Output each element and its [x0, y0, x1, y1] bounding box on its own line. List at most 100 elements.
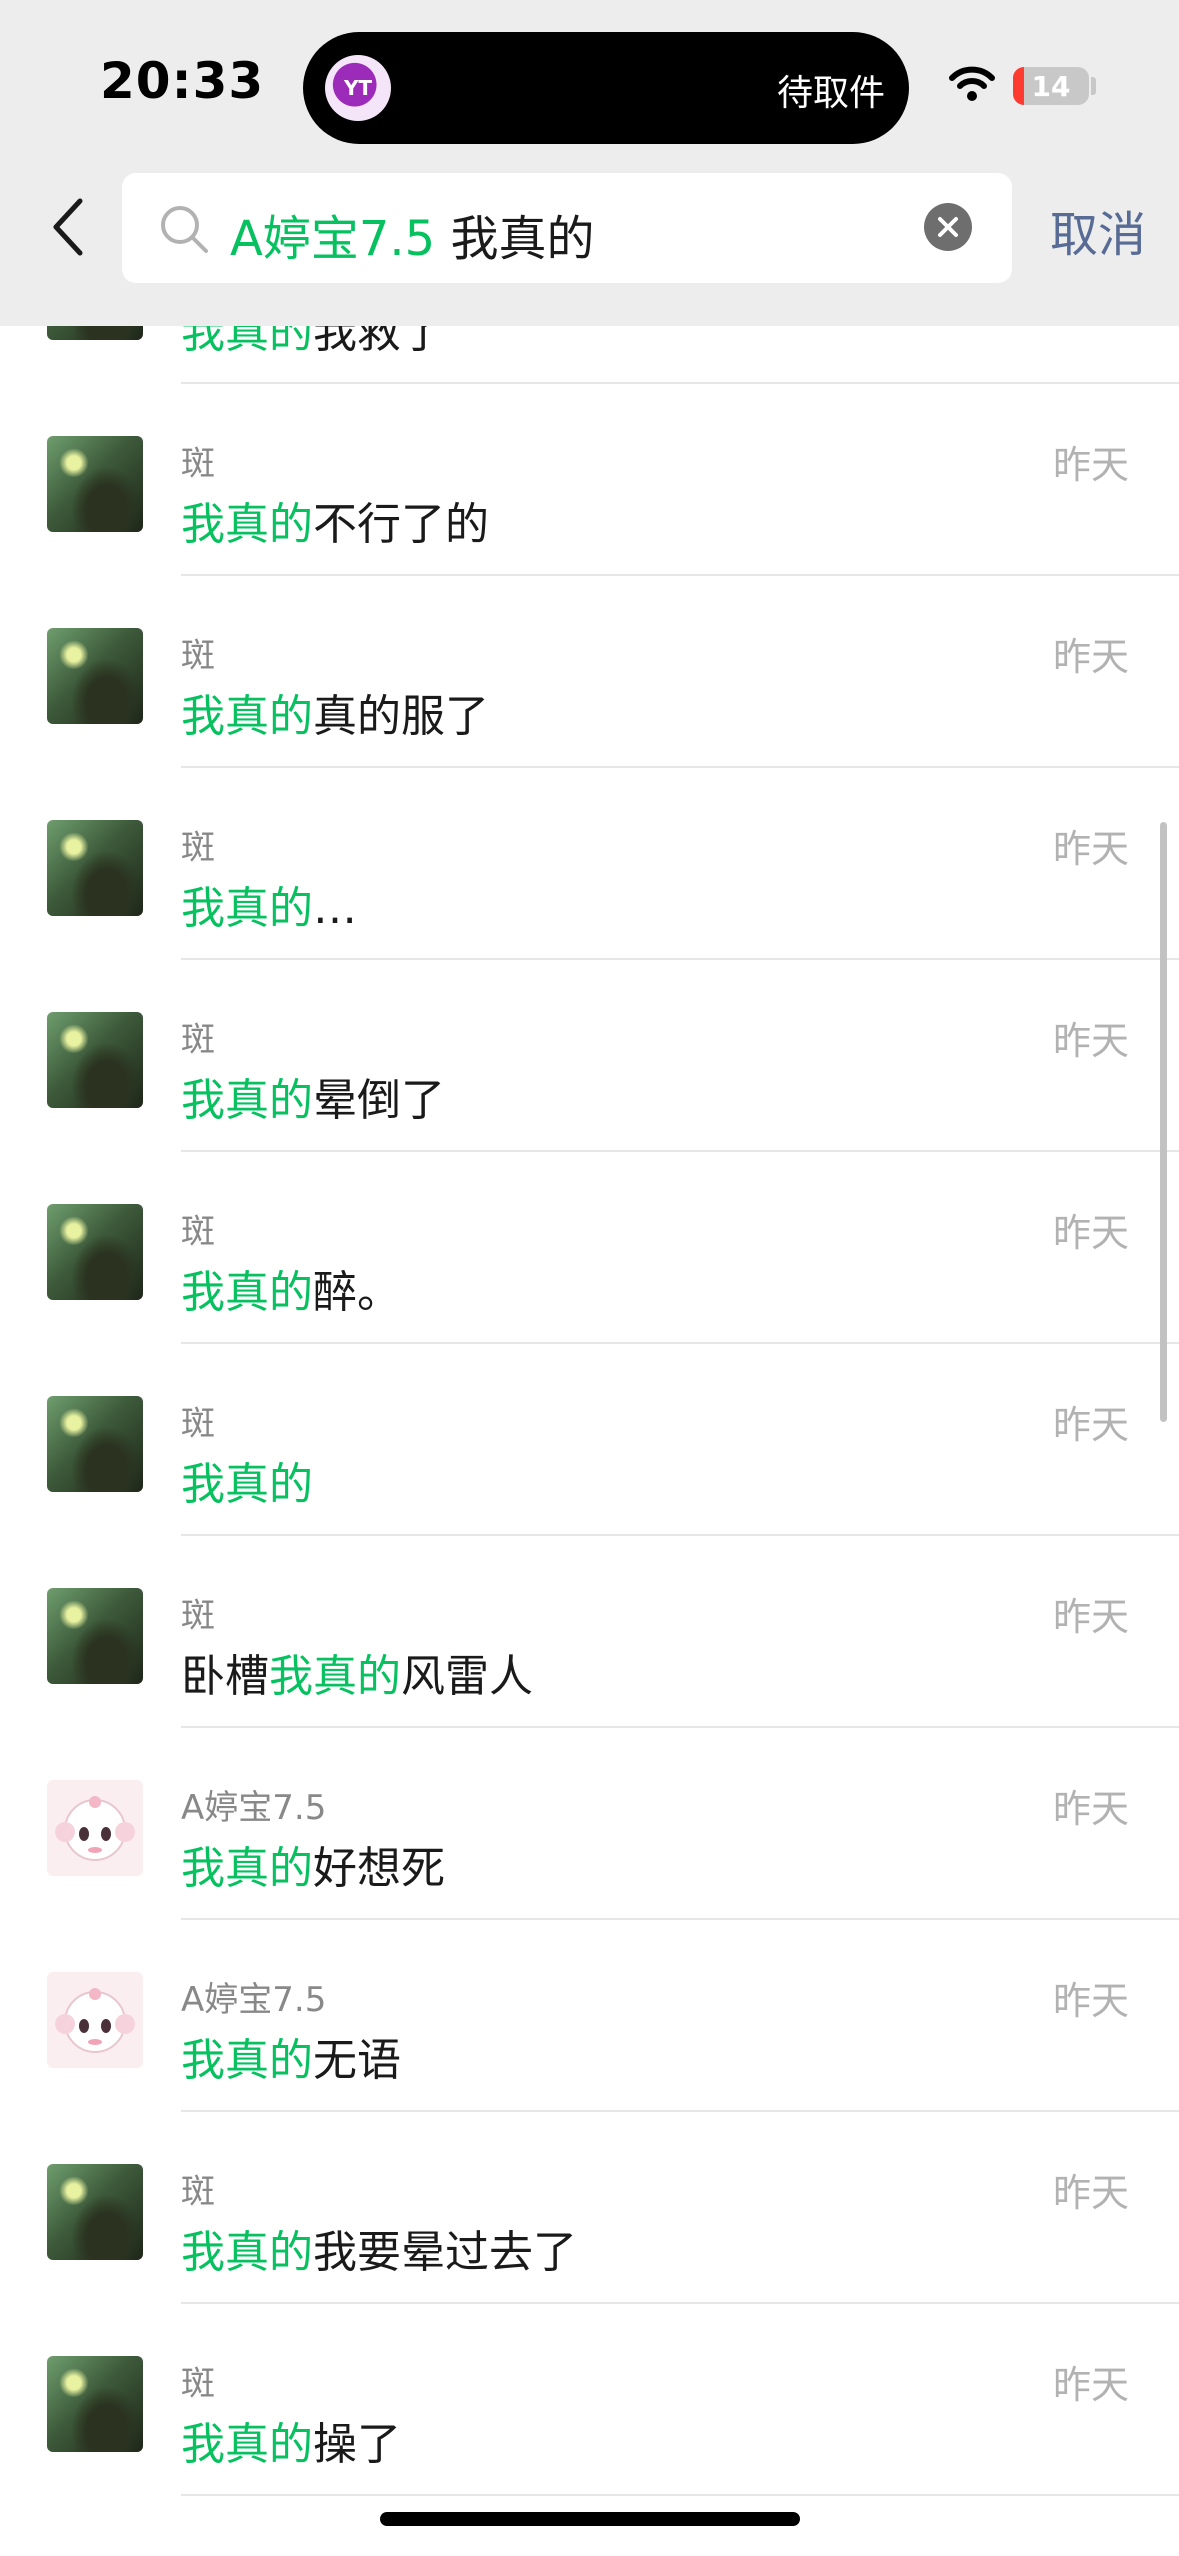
anime-avatar-icon [55, 1796, 135, 1861]
snippet-suffix: 无语 [313, 2035, 401, 2086]
search-result-row[interactable]: A婷宝7.5 昨天我真的无语 [0, 1920, 1179, 2112]
message-snippet: 我真的操了 [181, 2408, 401, 2472]
message-snippet: 我真的我救了 [181, 326, 445, 360]
search-contact-tag: A婷宝7.5 [230, 211, 436, 267]
sender-name: 斑 [181, 636, 215, 676]
sender-name: 斑 [181, 1596, 215, 1636]
search-results-list[interactable]: 我真的我救了斑昨天 我真的不行了的斑昨天 我真的真的服了斑昨天 我真的… 斑昨天 我真的晕… [0, 326, 1179, 2556]
message-time: 昨天 [1052, 2171, 1129, 2215]
row-divider [181, 2494, 1179, 2496]
avatar[interactable] [47, 1204, 143, 1300]
battery-level: 14 [1031, 69, 1071, 103]
home-indicator[interactable] [380, 2512, 800, 2526]
avatar[interactable] [47, 436, 143, 532]
wifi-icon [949, 66, 995, 101]
search-icon [161, 206, 208, 253]
status-time: 20:33 [100, 52, 265, 110]
snippet-suffix: 我要晕过去了 [313, 2227, 577, 2278]
highlighted-keyword: 我真的 [269, 1651, 401, 1702]
search-result-row[interactable]: 斑 昨天我真的晕倒了 [0, 960, 1179, 1152]
message-snippet: 我真的晕倒了 [181, 1064, 445, 1128]
message-snippet: 我真的真的服了 [181, 680, 489, 744]
back-chevron-icon[interactable] [48, 195, 88, 259]
search-result-row[interactable]: 斑 昨天我真的不行了的 [0, 384, 1179, 576]
message-time: 昨天 [1052, 1787, 1129, 1831]
avatar[interactable] [47, 1396, 143, 1492]
search-result-row[interactable]: 斑 昨天我真的醉。 [0, 1152, 1179, 1344]
highlighted-keyword: 我真的 [181, 1075, 313, 1126]
snippet-suffix: 好想死 [313, 1843, 445, 1894]
highlighted-keyword: 我真的 [181, 2035, 313, 2086]
avatar[interactable] [47, 326, 143, 340]
message-snippet: 我真的… [181, 872, 357, 936]
message-time: 昨天 [1052, 2363, 1129, 2407]
avatar[interactable] [47, 1588, 143, 1684]
message-time: 昨天 [1052, 1979, 1129, 2023]
search-result-row[interactable]: 斑 昨天 我真的… [0, 768, 1179, 960]
highlighted-keyword: 我真的 [181, 2419, 313, 2470]
snippet-suffix: 醉。 [313, 1267, 401, 1318]
highlighted-keyword: 我真的 [181, 1843, 313, 1894]
snippet-suffix: 真的服了 [313, 691, 489, 742]
sender-name: A婷宝7.5 [181, 1788, 327, 1828]
message-time: 昨天 [1052, 1595, 1129, 1639]
search-box[interactable]: A婷宝7.5 我真的 [122, 173, 1012, 283]
message-snippet: 我真的好想死 [181, 1832, 445, 1896]
highlighted-keyword: 我真的 [181, 499, 313, 550]
search-result-row[interactable]: 斑 昨天 我真的 [0, 1344, 1179, 1536]
avatar[interactable] [47, 1012, 143, 1108]
highlighted-keyword: 我真的 [181, 1267, 313, 1318]
clear-search-icon[interactable] [924, 203, 972, 251]
message-time: 昨天 [1052, 827, 1129, 871]
search-query[interactable]: A婷宝7.5 我真的 [230, 199, 594, 269]
search-keyword: 我真的 [450, 211, 595, 267]
snippet-prefix: 卧槽 [181, 1651, 269, 1702]
search-header: 20:33 YT 待取件 14 A婷宝7.5 我真的 取消 [0, 0, 1179, 326]
sender-name: A婷宝7.5 [181, 1980, 327, 2020]
anime-avatar-icon [55, 1988, 135, 2053]
avatar[interactable] [47, 820, 143, 916]
dynamic-island[interactable]: YT 待取件 [303, 32, 909, 144]
avatar[interactable] [47, 2164, 143, 2260]
avatar[interactable] [47, 628, 143, 724]
highlighted-keyword: 我真的 [181, 691, 313, 742]
message-snippet: 我真的无语 [181, 2024, 401, 2088]
sender-name: 斑 [181, 2364, 215, 2404]
island-status-label: 待取件 [776, 73, 885, 114]
avatar[interactable] [47, 2356, 143, 2452]
scrollbar[interactable] [1160, 822, 1167, 1422]
battery-icon: 14 [1013, 67, 1089, 105]
snippet-suffix: 晕倒了 [313, 1075, 445, 1126]
highlighted-keyword: 我真的 [181, 326, 313, 358]
snippet-suffix: 我救了 [313, 326, 445, 358]
snippet-suffix: 风雷人 [401, 1651, 533, 1702]
message-snippet: 卧槽我真的风雷人 [181, 1640, 533, 1704]
search-result-row[interactable]: 斑 昨天我真的真的服了 [0, 576, 1179, 768]
search-result-row[interactable]: 斑 昨天我真的操了 [0, 2304, 1179, 2496]
snippet-suffix: … [313, 883, 357, 934]
snippet-suffix: 操了 [313, 2419, 401, 2470]
cancel-button[interactable]: 取消 [1050, 195, 1146, 265]
sender-name: 斑 [181, 444, 215, 484]
message-snippet: 我真的我要晕过去了 [181, 2216, 577, 2280]
message-time: 昨天 [1052, 635, 1129, 679]
avatar[interactable] [47, 1780, 143, 1876]
search-result-row[interactable]: 斑 昨天卧槽我真的风雷人 [0, 1536, 1179, 1728]
search-result-row[interactable]: A婷宝7.5 昨天我真的好想死 [0, 1728, 1179, 1920]
sender-name: 斑 [181, 1020, 215, 1060]
highlighted-keyword: 我真的 [181, 1459, 313, 1510]
sender-name: 斑 [181, 1404, 215, 1444]
avatar[interactable] [47, 1972, 143, 2068]
search-result-row[interactable]: 我真的我救了 [0, 326, 1179, 384]
app-logo-icon: YT [325, 55, 391, 121]
message-snippet: 我真的醉。 [181, 1256, 401, 1320]
battery-cap [1091, 77, 1096, 95]
message-time: 昨天 [1052, 443, 1129, 487]
message-time: 昨天 [1052, 1211, 1129, 1255]
message-time: 昨天 [1052, 1019, 1129, 1063]
search-result-row[interactable]: 斑 昨天 我真的我要晕过去了 [0, 2112, 1179, 2304]
highlighted-keyword: 我真的 [181, 2227, 313, 2278]
sender-name: 斑 [181, 1212, 215, 1252]
message-snippet: 我真的不行了的 [181, 488, 489, 552]
message-snippet: 我真的 [181, 1448, 313, 1512]
